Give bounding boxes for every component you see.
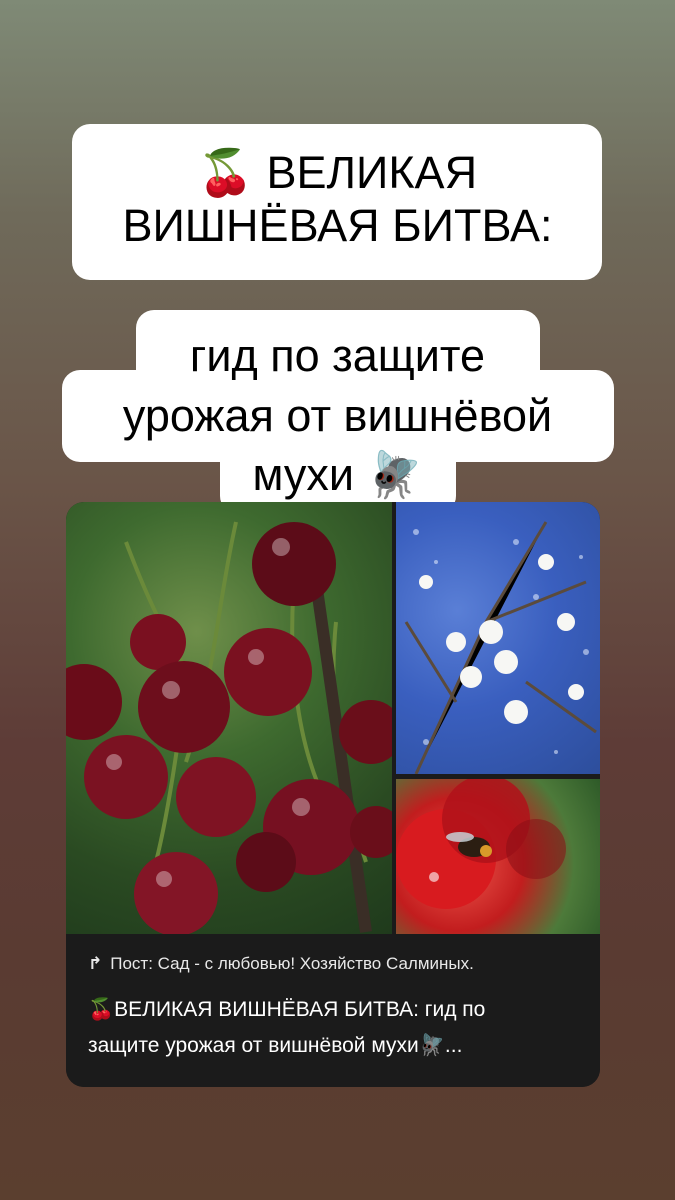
- title-line-3: гид по защите: [189, 330, 486, 381]
- post-description[interactable]: 🍒ВЕЛИКАЯ ВИШНЁВАЯ БИТВА: гид по защите у…: [88, 992, 588, 1064]
- repost-source[interactable]: ↱ Пост: Сад - с любовью! Хозяйство Салмин…: [88, 954, 474, 974]
- title-line-5: мухи 🪰: [252, 449, 423, 500]
- blossom-photo[interactable]: [396, 502, 600, 774]
- post-card[interactable]: ↱ Пост: Сад - с любовью! Хозяйство Салмин…: [66, 502, 600, 1087]
- post-description-line-1: 🍒ВЕЛИКАЯ ВИШНЁВАЯ БИТВА: гид по: [88, 998, 486, 1021]
- cherries-illustration: [66, 521, 392, 934]
- repost-arrow-icon: ↱: [88, 954, 103, 973]
- post-description-line-2: защите урожая от вишнёвой мухи🪰...: [88, 1034, 463, 1057]
- title-line-1: 🍒 ВЕЛИКАЯ: [197, 147, 478, 198]
- blossom-illustration: [404, 521, 597, 774]
- cherries-photo[interactable]: [66, 502, 392, 934]
- fly-photo[interactable]: [396, 779, 600, 934]
- title-line-2: ВИШНЁВАЯ БИТВА:: [122, 200, 553, 251]
- page-title: 🍒 ВЕЛИКАЯ ВИШНЁВАЯ БИТВА: гид по защите …: [0, 0, 675, 520]
- title-line-4: урожая от вишнёвой: [122, 390, 553, 441]
- fly-illustration: [396, 779, 566, 909]
- post-caption: ↱ Пост: Сад - с любовью! Хозяйство Салмин…: [66, 934, 600, 1087]
- repost-source-text: Пост: Сад - с любовью! Хозяйство Салмины…: [110, 954, 474, 973]
